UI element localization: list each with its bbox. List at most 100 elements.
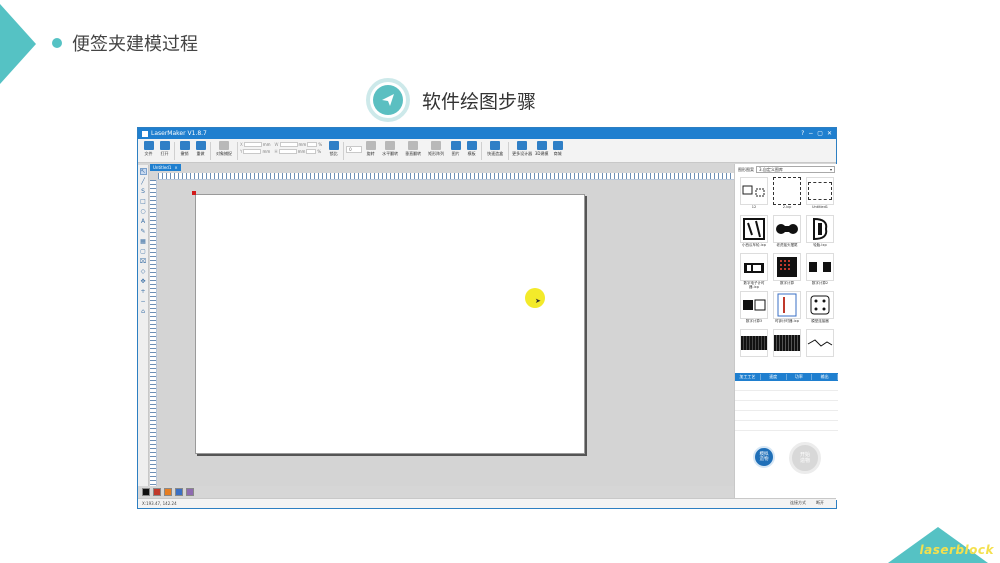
snap-button[interactable]: 对象捕捉 <box>213 141 235 157</box>
rotate-angle-input[interactable]: 0 <box>346 146 363 153</box>
file-button[interactable]: 文件 <box>141 141 156 157</box>
height-input[interactable] <box>278 149 297 154</box>
layer-color-swatch[interactable] <box>142 488 150 496</box>
text-tool[interactable]: A <box>140 218 147 225</box>
cart-icon <box>552 141 563 150</box>
select-tool[interactable]: ↖ <box>139 168 147 175</box>
col-power: 功率 <box>787 374 813 380</box>
open-button[interactable]: 打开 <box>157 141 172 157</box>
rotate-button[interactable]: 旋转 <box>363 141 378 157</box>
simulate-button[interactable]: 模拟 造物 <box>753 446 775 468</box>
undo-button[interactable]: 撤销 <box>177 141 192 157</box>
rotate-icon <box>365 141 376 150</box>
minimize-button[interactable]: − <box>808 130 813 137</box>
frame-tool[interactable]: ▢ <box>140 248 147 255</box>
layer-color-swatch[interactable] <box>175 488 183 496</box>
quick-box-button[interactable]: 快速造盒 <box>484 141 506 157</box>
more-designer-button[interactable]: 更多设计器 <box>511 141 533 157</box>
height-percent-input[interactable] <box>306 149 317 154</box>
library-item[interactable]: 2.lxp <box>772 177 802 213</box>
thumbnail <box>773 291 801 319</box>
library-item[interactable]: 时钟计时器.lxp <box>772 291 802 327</box>
flip-v-icon <box>408 141 419 150</box>
step-header: 软件绘图步骤 <box>366 78 536 122</box>
rectangle-tool[interactable]: □ <box>140 198 147 205</box>
library-item[interactable]: 模型连接器 <box>805 291 835 327</box>
zoom-in-tool[interactable]: + <box>140 288 147 295</box>
chevron-down-icon: ▾ <box>829 167 832 172</box>
redo-button[interactable]: 重做 <box>193 141 208 157</box>
thumbnail <box>740 177 768 205</box>
window-title: LaserMaker V1.8.7 <box>151 130 207 137</box>
pen-tool[interactable]: ✎ <box>140 228 147 235</box>
help-button[interactable]: ? <box>801 130 804 137</box>
vertical-ruler <box>150 180 157 486</box>
library-item[interactable] <box>805 329 835 357</box>
title-bar: LaserMaker V1.8.7 ? − ▢ ✕ <box>138 128 836 139</box>
start-button[interactable]: 开始 造物 <box>789 442 821 474</box>
layer-color-swatch[interactable] <box>186 488 194 496</box>
lock-ratio-button[interactable]: 锁比 <box>326 141 341 157</box>
work-area-page[interactable] <box>195 194 585 454</box>
library-item[interactable]: 小西瓜车轮.lxp <box>739 215 769 251</box>
library-item[interactable] <box>739 329 769 357</box>
flip-h-button[interactable]: 水平翻转 <box>379 141 401 157</box>
pan-tool[interactable]: ✥ <box>140 278 147 285</box>
width-percent-input[interactable] <box>307 142 318 147</box>
position-fields: Xmm Ymm <box>240 142 271 154</box>
undo-icon <box>179 141 190 150</box>
store-button[interactable]: 商城 <box>550 141 565 157</box>
curve-tool[interactable]: S <box>140 188 147 195</box>
slide-header: 便签夹建模过程 <box>52 30 198 56</box>
corner-decoration <box>0 4 36 84</box>
flip-v-button[interactable]: 垂直翻转 <box>402 141 424 157</box>
library-item[interactable] <box>772 329 802 357</box>
close-tab-icon[interactable]: × <box>174 165 177 170</box>
array-button[interactable]: 矩形阵列 <box>425 141 447 157</box>
drawing-canvas[interactable]: ➤ <box>158 180 734 486</box>
width-input[interactable] <box>279 142 298 147</box>
library-label: 图形图案 <box>738 166 754 172</box>
line-tool[interactable]: ╱ <box>140 178 147 185</box>
connection-mode-label[interactable]: 连接方式 <box>790 500 806 506</box>
col-output: 输出 <box>812 374 838 380</box>
x-input[interactable] <box>243 142 262 147</box>
step-title: 软件绘图步骤 <box>422 90 537 113</box>
close-button[interactable]: ✕ <box>827 130 832 137</box>
library-item[interactable]: 老虎摇头摆尾 <box>772 215 802 251</box>
y-input[interactable] <box>243 149 262 154</box>
3d-model-button[interactable]: 3D建模 <box>534 141 549 157</box>
library-select[interactable]: 3.自定义图库 ▾ <box>756 166 835 173</box>
library-item[interactable]: 数字计算3 <box>739 291 769 327</box>
fit-page-tool[interactable]: ⌂ <box>140 308 147 315</box>
col-process: 加工工艺 <box>735 374 761 380</box>
cut-tool[interactable]: ⌧ <box>140 258 147 265</box>
app-logo-icon <box>142 130 148 137</box>
zoom-out-tool[interactable]: − <box>140 298 147 305</box>
library-item[interactable]: 数字电子计时器.lxp <box>739 253 769 289</box>
col-speed: 速度 <box>761 374 787 380</box>
box-icon <box>490 141 501 150</box>
process-table-body[interactable] <box>735 381 838 437</box>
library-item[interactable]: Untitled1 <box>805 177 835 213</box>
library-item[interactable]: 12 <box>739 177 769 213</box>
layer-color-swatch[interactable] <box>164 488 172 496</box>
folder-icon <box>143 141 154 150</box>
layer-color-swatch[interactable] <box>153 488 161 496</box>
grid-tool[interactable]: ▦ <box>140 238 147 245</box>
maximize-button[interactable]: ▢ <box>817 130 823 137</box>
template-icon <box>466 141 477 150</box>
thumbnail <box>740 215 768 243</box>
template-button[interactable]: 模板 <box>464 141 479 157</box>
thumbnail <box>806 253 834 281</box>
library-panel: 图形图案 3.自定义图库 ▾ 12 2.lxp Untitled1 小西瓜车轮.… <box>734 164 838 500</box>
tab-untitled1[interactable]: Untitled1 × <box>150 164 181 171</box>
image-button[interactable]: 图片 <box>448 141 463 157</box>
ellipse-tool[interactable]: ○ <box>140 208 147 215</box>
redo-icon <box>195 141 206 150</box>
eraser-tool[interactable]: ◇ <box>140 268 147 275</box>
library-item[interactable]: 数字计算 <box>772 253 802 289</box>
thumbnail <box>806 329 834 357</box>
library-item[interactable]: 数字计算2 <box>805 253 835 289</box>
library-item[interactable]: 轮胎.lxp <box>805 215 835 251</box>
